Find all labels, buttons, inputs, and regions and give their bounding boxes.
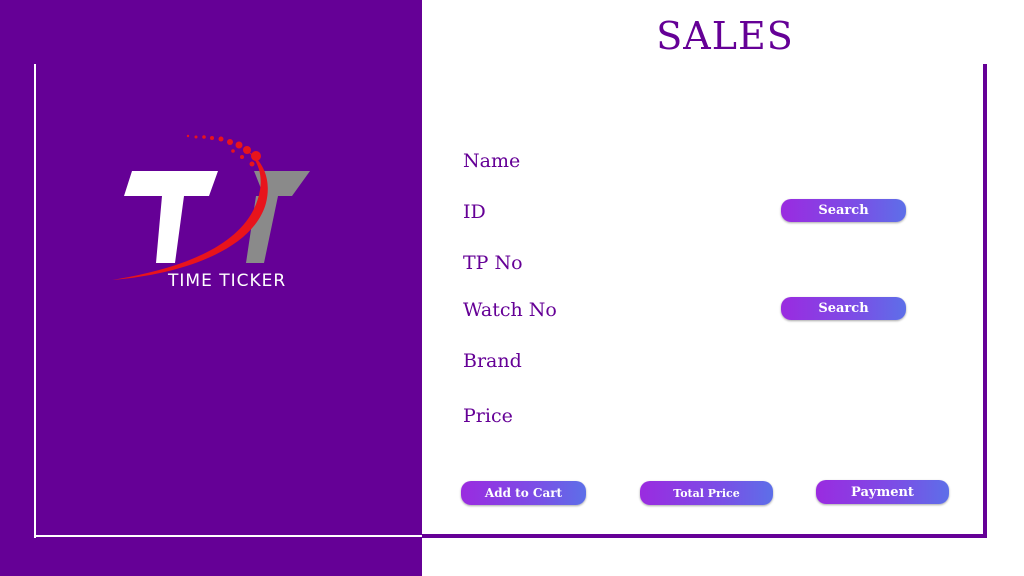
left-frame-line bbox=[34, 64, 36, 538]
price-label: Price bbox=[463, 405, 513, 427]
add-to-cart-button[interactable]: Add to Cart bbox=[461, 481, 586, 505]
right-frame-line bbox=[983, 64, 987, 538]
brand-label: Brand bbox=[463, 350, 522, 372]
name-label: Name bbox=[463, 150, 521, 172]
payment-button[interactable]: Payment bbox=[816, 480, 949, 504]
time-ticker-logo: TIME TICKER bbox=[106, 128, 326, 293]
total-price-button[interactable]: Total Price bbox=[640, 481, 773, 505]
watch-no-label: Watch No bbox=[463, 299, 557, 321]
page-title: SALES bbox=[656, 14, 794, 58]
id-search-button[interactable]: Search bbox=[781, 199, 906, 222]
id-label: ID bbox=[463, 201, 486, 223]
right-frame-line bbox=[422, 534, 987, 538]
logo-text: TIME TICKER bbox=[167, 271, 286, 291]
tp-no-label: TP No bbox=[463, 252, 523, 274]
left-frame-line bbox=[34, 535, 422, 537]
watch-search-button[interactable]: Search bbox=[781, 297, 906, 320]
